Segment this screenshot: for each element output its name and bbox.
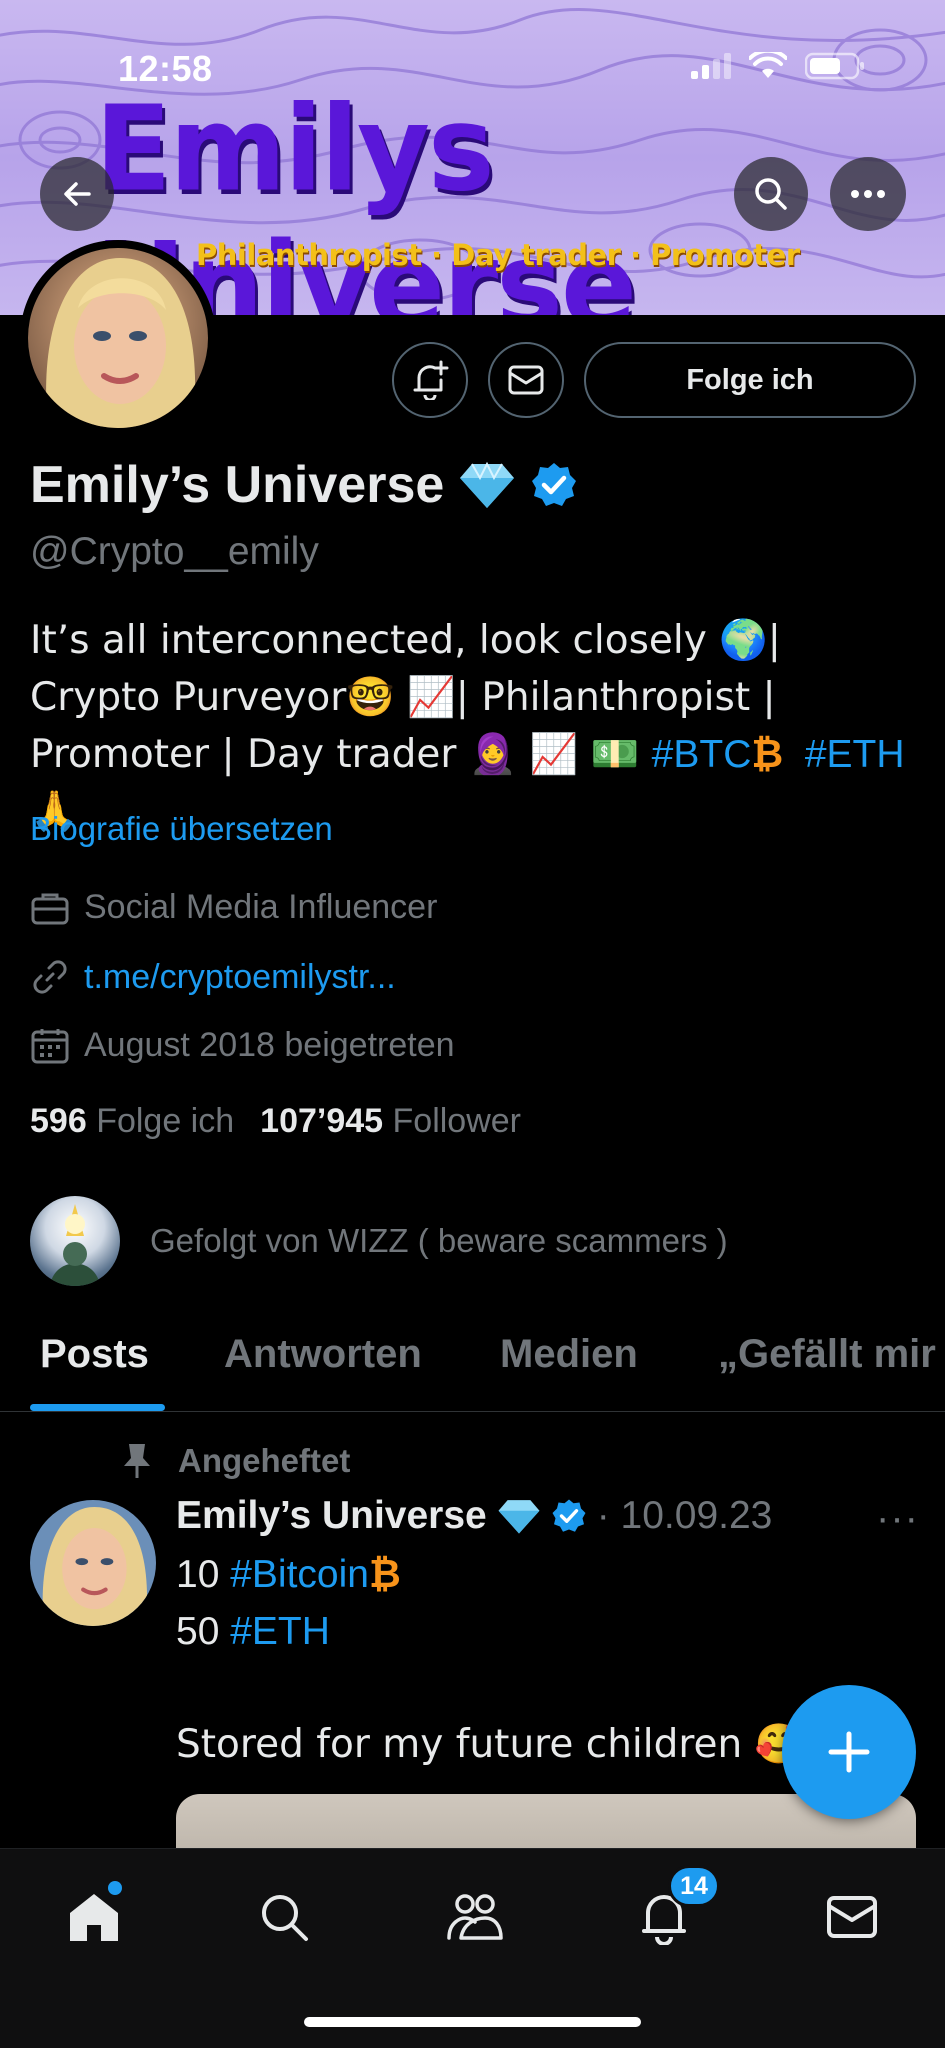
communities-icon [447, 1894, 503, 1940]
post-author-avatar[interactable] [30, 1500, 156, 1626]
banner-title: Emilys Universe [95, 81, 637, 316]
verified-badge-icon[interactable] [551, 1498, 587, 1534]
followers-count: 107’945 [260, 1102, 384, 1140]
post-more-button[interactable]: ··· [876, 1496, 919, 1541]
followers-stat[interactable]: 107’945 Follower [260, 1102, 521, 1141]
followed-by-row[interactable]: Gefolgt von WIZZ ( beware scammers ) [30, 1196, 728, 1286]
search-button[interactable] [734, 157, 808, 231]
back-button[interactable] [40, 157, 114, 231]
message-button[interactable] [488, 342, 564, 418]
category-row: Social Media Influencer [30, 888, 437, 927]
notification-count-badge: 14 [668, 1865, 720, 1907]
battery-icon [805, 52, 864, 80]
hashtag-bitcoin[interactable]: #Bitcoin [230, 1553, 369, 1596]
plus-icon [828, 1731, 870, 1773]
nav-home[interactable] [54, 1877, 134, 1957]
profile-tabs: Posts Antworten Medien „Gefällt mir [0, 1320, 945, 1412]
profile-avatar[interactable] [20, 240, 216, 436]
diamond-icon [460, 461, 515, 508]
tab-replies[interactable]: Antworten [224, 1332, 422, 1377]
following-label: Folge ich [96, 1102, 235, 1140]
wizard-avatar-image [50, 1204, 100, 1286]
joined-date: August 2018 beigetreten [84, 1026, 455, 1064]
display-name: Emily’s Universe [30, 456, 445, 514]
following-count: 596 [30, 1102, 87, 1140]
followed-by-text: Gefolgt von WIZZ ( beware scammers ) [150, 1222, 728, 1259]
tab-likes[interactable]: „Gefällt mir [718, 1332, 936, 1377]
post-line-2-prefix: 50 [176, 1610, 231, 1653]
back-arrow-icon [64, 182, 91, 206]
bitcoin-symbol: ₿ [368, 1553, 401, 1596]
notify-subscribe-button[interactable] [392, 342, 468, 418]
signal-icon [691, 53, 731, 79]
status-icons [691, 52, 865, 80]
post-date[interactable]: · 10.09.23 [597, 1494, 773, 1538]
wifi-icon [749, 52, 787, 78]
bitcoin-symbol: ₿ [751, 733, 784, 776]
pin-icon [124, 1444, 150, 1478]
hashtag-btc[interactable]: #BTC [652, 733, 752, 776]
envelope-icon [508, 365, 544, 395]
banner-subtitle: Philanthropist · Day trader · Promoter [196, 238, 800, 272]
search-icon [755, 178, 787, 210]
more-options-button[interactable] [830, 157, 906, 231]
more-icon [851, 190, 885, 198]
hashtag-eth[interactable]: #ETH [230, 1610, 330, 1653]
website-row: t.me/cryptoemilystr... [30, 957, 396, 997]
followers-label: Follower [392, 1102, 521, 1140]
following-button[interactable]: Folge ich [584, 342, 916, 418]
joined-row: August 2018 beigetreten [30, 1026, 455, 1065]
tab-media[interactable]: Medien [500, 1332, 638, 1377]
post-line-3: Stored for my future children 🥰 [176, 1722, 804, 1767]
post-line-1: 10 #Bitcoin₿ [176, 1553, 401, 1597]
bottom-navigation: 14 [0, 1848, 945, 2048]
follower-avatar [30, 1196, 120, 1286]
following-stat[interactable]: 596 Folge ich [30, 1102, 234, 1141]
post-header: Emily’s Universe · 10.09.23 [176, 1494, 772, 1538]
post-avatar-image [30, 1500, 156, 1626]
translate-bio-link[interactable]: Biografie übersetzen [30, 810, 333, 848]
bell-plus-icon [413, 360, 449, 400]
handle: @Crypto__emily [30, 530, 319, 573]
follow-stats: 596 Folge ich 107’945 Follower [30, 1102, 521, 1141]
active-tab-indicator [30, 1404, 165, 1411]
hashtag-eth[interactable]: #ETH [805, 733, 905, 776]
home-icon [70, 1894, 118, 1941]
verified-badge-icon[interactable] [530, 461, 578, 509]
post-author-name[interactable]: Emily’s Universe [176, 1494, 487, 1538]
nav-search[interactable] [244, 1877, 324, 1957]
messages-icon [827, 1896, 877, 1938]
display-name-row: Emily’s Universe [30, 455, 578, 515]
pinned-label: Angeheftet [178, 1442, 351, 1479]
nav-communities[interactable] [434, 1877, 514, 1957]
diamond-icon [498, 1500, 540, 1534]
search-icon [262, 1895, 308, 1941]
briefcase-icon [31, 893, 69, 924]
post-line-1-prefix: 10 [176, 1553, 231, 1596]
compose-post-button[interactable] [782, 1685, 916, 1819]
tab-posts[interactable]: Posts [40, 1332, 149, 1377]
calendar-icon [31, 1028, 69, 1063]
post-line-2: 50 #ETH [176, 1610, 330, 1654]
pinned-label-row: Angeheftet [120, 1442, 350, 1480]
category-label: Social Media Influencer [84, 888, 438, 926]
bio: It’s all interconnected, look closely 🌍|… [30, 612, 920, 840]
nav-messages[interactable] [812, 1877, 892, 1957]
avatar-portrait-image [28, 248, 208, 428]
link-icon [33, 960, 67, 994]
home-unread-dot [108, 1881, 122, 1895]
home-indicator[interactable] [304, 2017, 641, 2027]
website-link[interactable]: t.me/cryptoemilystr... [84, 958, 396, 997]
